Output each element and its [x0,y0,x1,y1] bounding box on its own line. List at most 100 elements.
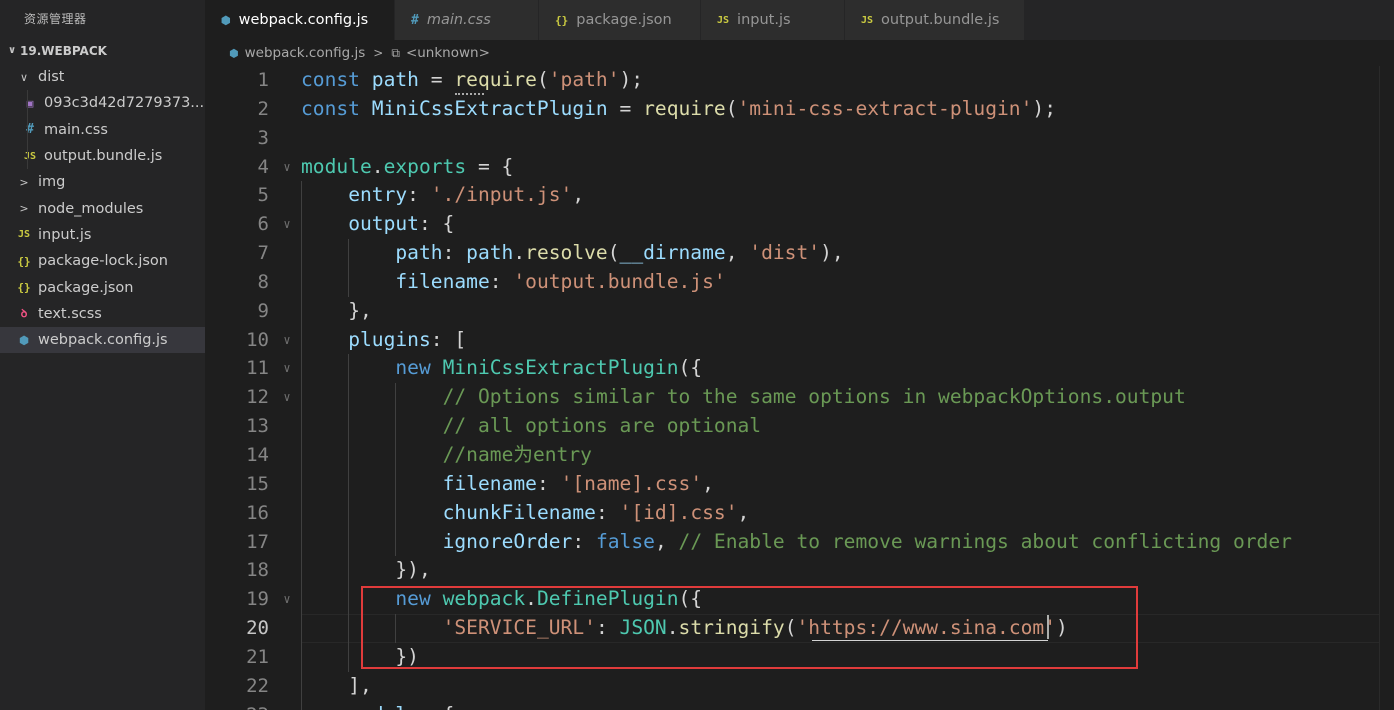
line-number: 5 [257,184,269,207]
code-line[interactable]: 21}) [205,642,1394,672]
tab-label: webpack.config.js [238,12,369,28]
fold-chevron-icon[interactable]: ∨ [279,210,295,239]
code-text: chunkFilename: '[id].css', [443,499,750,528]
editor-area: ⬢ webpack.config.js # main.css {} package.jso… [205,0,1394,710]
code-line[interactable]: 4 ∨ module.exports = { [205,153,1394,182]
tree-item[interactable]: {} package.json [0,274,205,300]
json-file-icon: {} [17,254,31,268]
fold-chevron-icon[interactable]: ∨ [279,153,295,182]
code-line[interactable]: 9}, [205,296,1394,326]
fold-chevron-icon[interactable]: ∨ [279,585,295,614]
code-text: filename: '[name].css', [443,470,714,499]
code-line[interactable]: 16 chunkFilename: '[id].css', [205,498,1394,528]
code-token: }, [348,298,372,322]
tree-item[interactable]: JS input.js [0,222,205,248]
js-file-icon: JS [17,229,31,241]
code-text: 'SERVICE_URL': JSON.stringify('https://w… [443,614,1068,643]
tree-item[interactable]: ▣ 093c3d42d7279373... [0,90,205,117]
fold-chevron-icon[interactable]: ∨ [279,354,295,383]
code-token: require [454,68,537,91]
tree-item[interactable]: > img [0,169,205,195]
tree-item[interactable]: ∨ dist [0,64,205,90]
json-file-icon: {} [17,281,31,295]
code-line[interactable]: 15 filename: '[name].css', [205,469,1394,499]
tree-item[interactable]: {} package-lock.json [0,248,205,274]
code-token: . [525,587,537,611]
tree-item-label: input.js [38,226,92,243]
code-line[interactable]: 1 const path = require('path'); [205,66,1394,95]
code-token: 'SERVICE_URL' [442,616,596,640]
code-line[interactable]: 11 ∨ new MiniCssExtractPlugin({ [205,354,1394,384]
code-line[interactable]: 10 ∨ plugins: [ [205,325,1394,355]
symbol-icon: ⧉ [391,45,400,60]
code-line[interactable]: 6 ∨ output: { [205,210,1394,240]
code-line[interactable]: 8 filename: 'output.bundle.js' [205,267,1394,297]
tab-main-css[interactable]: # main.css [395,0,539,40]
tab-input-js[interactable]: JS input.js [701,0,845,40]
fold-chevron-icon[interactable]: ∨ [279,701,295,710]
code-token: './input.js' [430,183,573,207]
code-line[interactable]: 20 'SERVICE_URL': JSON.stringify('https:/… [205,614,1394,643]
code-text: // Options similar to the same options i… [443,383,1186,412]
code-editor[interactable]: 1 const path = require('path'); 2 const Min… [205,66,1394,710]
indent-guide [348,614,350,643]
code-token: module [348,703,419,710]
tree-item[interactable]: JS output.bundle.js [0,142,205,170]
image-file-icon: ▣ [26,96,34,110]
code-line[interactable]: 7 path: path.resolve(__dirname, 'dist'), [205,239,1394,268]
tab-webpack-config-js[interactable]: ⬢ webpack.config.js [205,0,395,40]
code-text: path: path.resolve(__dirname, 'dist'), [395,239,843,268]
code-token: '[name].css' [560,471,703,495]
tree-item[interactable]: # main.css [0,116,205,143]
fold-chevron-icon[interactable]: ∨ [279,383,295,412]
line-number: 18 [246,559,269,582]
project-header[interactable]: ∨ 19.WEBPACK [0,38,205,64]
fold-chevron-icon[interactable]: ∨ [279,326,295,355]
code-text: plugins: [ [348,326,466,355]
tab-label: output.bundle.js [881,12,1000,28]
breadcrumb-file[interactable]: webpack.config.js [245,45,366,61]
code-text: }, [348,297,372,326]
code-line[interactable]: 13 // all options are optional [205,412,1394,441]
chevron-right-icon: > [19,202,29,216]
breadcrumb-symbol[interactable]: <unknown> [406,45,490,61]
code-token: 'path' [548,68,620,91]
indent-guide [301,585,302,615]
code-text: module: { [348,701,454,710]
code-line[interactable]: 18}), [205,556,1394,586]
chevron-right-icon: > [19,175,29,189]
code-line[interactable]: 5 entry: './input.js', [205,181,1394,211]
tree-item-label: package.json [38,279,134,296]
tree-item-label: node_modules [38,200,144,217]
line-number: 12 [246,386,269,409]
code-line[interactable]: 22], [205,671,1394,701]
code-token: path [395,241,443,265]
code-text: entry: './input.js', [348,181,584,210]
code-line[interactable]: 3 [205,124,1394,153]
code-line[interactable]: 12 ∨ // Options similar to the same option… [205,383,1394,413]
indent-guide [395,469,397,499]
indent-guide [301,296,302,326]
code-token: //name为entry [442,442,592,466]
code-token: = [466,154,502,178]
tab-output-bundle-js[interactable]: JS output.bundle.js [845,0,1025,40]
code-line[interactable]: 2 const MiniCssExtractPlugin = require('m… [205,95,1394,124]
vertical-scrollbar[interactable] [1379,66,1394,710]
tree-item[interactable]: ꝺ text.scss [0,301,205,327]
code-line[interactable]: 14 //name为entry [205,440,1394,470]
code-line[interactable]: 23 ∨ module: { [205,700,1394,710]
code-token: // Options similar to the same options i… [442,385,1186,409]
code-token: false [595,529,655,553]
indent-guide [348,383,350,413]
code-token: plugins [348,327,431,351]
tab-package-json[interactable]: {} package.json [539,0,701,40]
tree-item[interactable]: > node_modules [0,195,205,221]
code-token: : [ [430,327,467,351]
code-line[interactable]: 17 ignoreOrder: false, // Enable to remov… [205,527,1394,557]
code-line[interactable]: 19 ∨ new webpack.DefinePlugin({ [205,585,1394,615]
tree-item-label: text.scss [38,305,102,322]
tree-item[interactable]: ⬢ webpack.config.js [0,326,205,354]
indent-guide [348,440,350,470]
chevron-right-icon: > [373,46,384,60]
code-text: // all options are optional [443,412,762,441]
